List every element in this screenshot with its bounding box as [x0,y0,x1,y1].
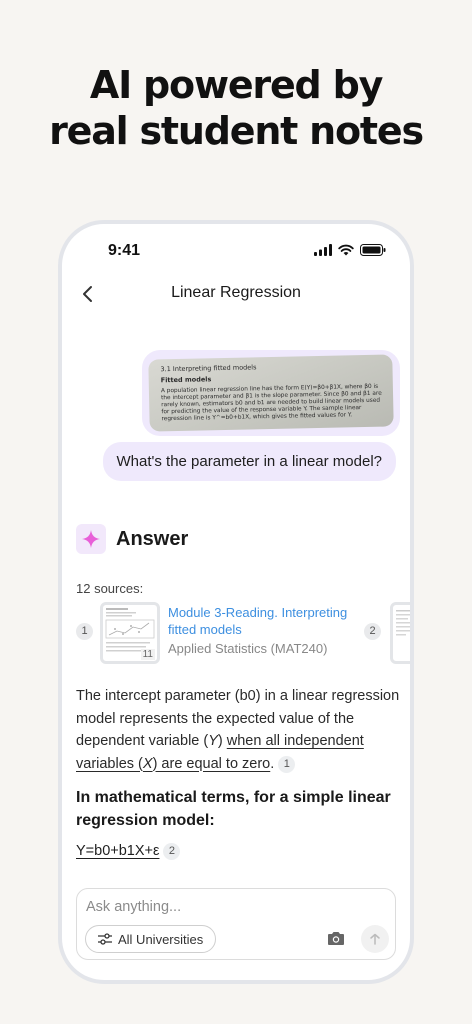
send-button[interactable] [361,925,389,953]
source-thumbnail-2[interactable] [390,602,410,664]
answer-text: ) [217,733,227,749]
camera-button[interactable] [327,930,345,946]
answer-paragraph: The intercept parameter (b0) in a linear… [76,685,406,775]
status-bar: 9:41 [62,224,410,276]
formula-line: Y=b0+b1X+ε 2 [76,843,181,860]
headline: AI powered by real student notes [0,62,472,154]
sliders-icon [98,933,112,945]
answer-header: Answer [76,524,188,554]
nav-bar: Linear Regression [62,276,410,312]
arrow-up-icon [370,933,380,945]
university-filter-button[interactable]: All Universities [85,925,217,953]
status-time: 9:41 [108,242,141,259]
source-index-badge: 1 [76,623,93,640]
wifi-icon [338,244,354,256]
sources-count: 12 sources: [76,581,144,596]
source-index-badge-2: 2 [364,623,381,640]
image-message-bubble[interactable]: 3.1 Interpreting fitted models Fitted mo… [142,350,400,436]
user-question-bubble: What's the parameter in a linear model? [102,442,396,481]
status-icons [314,244,386,256]
answer-subheading: In mathematical terms, for a simple line… [76,789,391,829]
sparkle-icon [76,524,106,554]
variable-x: X [142,755,153,772]
battery-icon [360,244,386,256]
source-course: Applied Statistics (MAT240) [168,641,328,656]
claim-text: ) are equal to zero [152,755,271,772]
attached-notes-photo: 3.1 Interpreting fitted models Fitted mo… [148,354,394,432]
page-title: Linear Regression [171,284,301,301]
variable-y: Y [208,733,218,749]
ask-input-box[interactable]: Ask anything... All Universities [76,888,396,960]
camera-icon [328,932,344,945]
document-page-preview-icon [396,610,410,636]
source-thumbnail[interactable]: 11 [100,602,160,664]
citation-badge[interactable]: 1 [278,755,296,773]
cellular-signal-icon [314,244,332,256]
headline-line-2: real student notes [49,109,424,153]
photo-body-text: A population linear regression line has … [160,383,382,423]
university-filter-label: All Universities [118,931,204,947]
answer-label: Answer [116,527,189,550]
answer-text: . [270,755,275,772]
phone-frame: 9:41 Linear Regression 3.1 Interpreting … [58,220,414,984]
citation-badge[interactable]: 2 [163,843,181,860]
photo-title: Fitted models [160,375,212,385]
formula-text[interactable]: Y=b0+b1X+ε [76,843,159,859]
headline-line-1: AI powered by [89,63,383,107]
source-page-badge: 11 [140,649,155,660]
source-title-link[interactable]: Module 3-Reading. Interpreting fitted mo… [168,604,358,638]
ask-input[interactable]: Ask anything... [86,899,181,915]
